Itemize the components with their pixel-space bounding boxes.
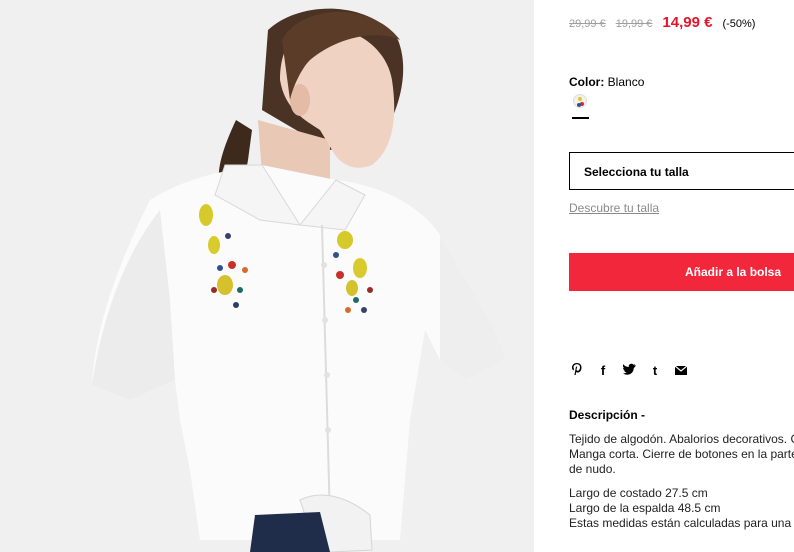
color-label: Color: <box>569 75 605 89</box>
previous-price: 19,99 € <box>615 18 653 30</box>
color-info: Color: Blanco <box>569 75 644 89</box>
description-line: Largo de costado 27.5 cm <box>569 486 708 500</box>
facebook-icon[interactable]: f <box>595 363 611 378</box>
product-image[interactable] <box>0 0 534 552</box>
size-guide-link[interactable]: Descubre tu talla <box>569 201 659 215</box>
selected-swatch-indicator <box>572 117 589 119</box>
description-line: Tejido de algodón. Abalorios decorativos… <box>569 432 794 446</box>
original-price: 29,99 € <box>569 18 606 30</box>
color-value: Blanco <box>607 75 645 89</box>
share-icons: f t <box>569 362 689 379</box>
product-info-panel: 29,99 € 19,99 € 14,99 € (-50%) Color: Bl… <box>534 0 794 552</box>
price-row: 29,99 € 19,99 € 14,99 € (-50%) <box>569 14 755 31</box>
description-line: Manga corta. Cierre de botones en la par… <box>569 447 794 461</box>
description-title: Descripción - <box>569 408 646 422</box>
description-line: de nudo. <box>569 462 616 476</box>
email-icon[interactable] <box>673 363 689 378</box>
twitter-icon[interactable] <box>621 363 637 378</box>
description-line: Largo de la espalda 48.5 cm <box>569 501 721 515</box>
size-select[interactable]: Selecciona tu talla <box>569 152 794 190</box>
tumblr-icon[interactable]: t <box>647 363 663 378</box>
pinterest-icon[interactable] <box>569 362 585 379</box>
current-price: 14,99 € <box>662 14 713 31</box>
description-line: Estas medidas están calculadas para una … <box>569 516 794 530</box>
color-swatch-blanco[interactable] <box>573 94 587 108</box>
discount-badge: (-50%) <box>722 18 756 30</box>
add-to-bag-button[interactable]: Añadir a la bolsa <box>569 253 794 291</box>
